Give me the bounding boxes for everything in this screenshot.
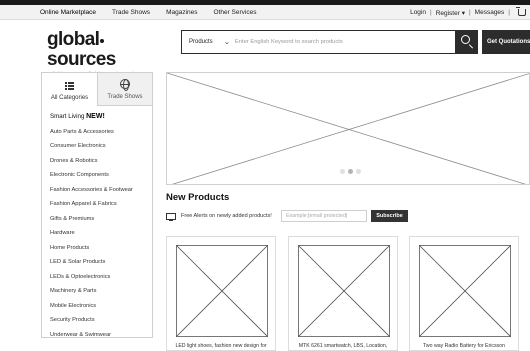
nav-trade-shows[interactable]: Trade Shows <box>112 9 150 16</box>
sidebar-item-gifts-premiums[interactable]: Gifts & Premiums <box>42 212 152 227</box>
register-link[interactable]: Register ▾ <box>436 9 465 17</box>
separator: | <box>468 9 471 16</box>
sidebar-item-smart-living[interactable]: Smart Living NEW! <box>42 110 152 125</box>
category-sidebar: All Categories Trade Shows Smart Living … <box>41 72 153 338</box>
get-quotations-button[interactable]: Get Quotations <box>482 30 530 54</box>
nav-magazines[interactable]: Magazines <box>166 9 197 16</box>
image-placeholder-icon <box>298 245 390 337</box>
sidebar-item-electronic-components[interactable]: Electronic Components <box>42 168 152 183</box>
tab-trade-shows[interactable]: Trade Shows <box>97 73 152 106</box>
tab-label: All Categories <box>50 95 89 101</box>
subscribe-button[interactable]: Subscribe <box>371 210 408 222</box>
tab-all-categories[interactable]: All Categories <box>42 73 97 106</box>
category-list: Smart Living NEW! Auto Parts & Accessori… <box>42 106 152 342</box>
globe-icon <box>120 79 130 91</box>
chevron-down-icon[interactable]: ⌄ <box>223 38 230 46</box>
top-nav-links: Online Marketplace Trade Shows Magazines… <box>40 5 273 20</box>
grid-list-icon <box>65 81 75 90</box>
carousel-dots <box>340 169 364 174</box>
sidebar-item-consumer-electronics[interactable]: Consumer Electronics <box>42 139 152 154</box>
logo-wordmark: globalsources <box>47 30 162 70</box>
product-caption[interactable]: LED light shoes, fashion new design for <box>167 343 275 349</box>
sidebar-item-fashion-apparel[interactable]: Fashion Apparel & Fabrics <box>42 197 152 212</box>
sidebar-item-underwear-swimwear[interactable]: Underwear & Swimwear <box>42 328 152 343</box>
new-badge: NEW! <box>86 113 105 120</box>
separator: | <box>508 9 510 16</box>
search-icon-handle <box>468 44 474 49</box>
product-card[interactable]: MTK 6261 smartwatch, LBS, Location, <box>288 236 398 351</box>
logo-word-sources: sources <box>47 49 116 70</box>
sidebar-item-security-products[interactable]: Security Products <box>42 313 152 328</box>
sidebar-item-mobile-electronics[interactable]: Mobile Electronics <box>42 299 152 314</box>
tab-label: Trade Shows <box>107 94 143 100</box>
logo-dot <box>100 39 105 43</box>
carousel-dot[interactable] <box>356 169 361 174</box>
sidebar-tabs: All Categories Trade Shows <box>42 73 152 106</box>
search-button[interactable] <box>455 30 478 54</box>
search-icon <box>461 35 470 44</box>
sidebar-item-machinery-parts[interactable]: Machinery & Parts <box>42 284 152 299</box>
alerts-row: Free Alerts on newly added products! <box>166 210 272 222</box>
sidebar-item-label: Smart Living <box>50 113 85 120</box>
sidebar-item-leds-optoelectronics[interactable]: LEDs & Optoelectronics <box>42 270 152 285</box>
sidebar-item-drones-robotics[interactable]: Drones & Robotics <box>42 154 152 169</box>
sidebar-item-fashion-accessories[interactable]: Fashion Accessories & Footwear <box>42 183 152 198</box>
logo-word-global: global <box>47 29 100 50</box>
global-sources-logo[interactable]: globalsources Reliable exporters. find t… <box>47 30 162 77</box>
top-nav: Online Marketplace Trade Shows Magazines… <box>0 5 530 20</box>
product-card[interactable]: Two way Radio Battery for Ericsson <box>409 236 519 351</box>
sidebar-item-hardware[interactable]: Hardware <box>42 226 152 241</box>
carousel-dot[interactable] <box>340 169 345 174</box>
messages-link[interactable]: Messages <box>475 9 505 16</box>
product-card[interactable]: LED light shoes, fashion new design for <box>166 236 276 351</box>
email-field[interactable]: Example:[email protected] <box>281 210 367 222</box>
product-caption[interactable]: MTK 6261 smartwatch, LBS, Location, <box>289 343 397 349</box>
product-caption[interactable]: Two way Radio Battery for Ericsson <box>410 343 518 349</box>
image-placeholder-icon <box>176 245 268 337</box>
new-products-title: New Products <box>166 192 230 203</box>
sidebar-item-home-products[interactable]: Home Products <box>42 241 152 256</box>
separator: | <box>429 9 432 16</box>
image-placeholder-icon <box>419 245 511 337</box>
nav-online-marketplace[interactable]: Online Marketplace <box>40 9 96 16</box>
search-input[interactable]: Enter English Keyword to search products <box>235 39 476 45</box>
login-link[interactable]: Login <box>410 9 426 16</box>
alerts-text: Free Alerts on newly added products! <box>181 213 272 219</box>
account-links: Login | Register ▾ | Messages | <box>410 5 526 20</box>
search-category-select[interactable]: Products <box>182 39 222 45</box>
sidebar-item-auto-parts[interactable]: Auto Parts & Accessories <box>42 125 152 140</box>
sidebar-item-led-solar[interactable]: LED & Solar Products <box>42 255 152 270</box>
search-bar: Products ⌄ Enter English Keyword to sear… <box>181 30 477 54</box>
carousel-dot-active[interactable] <box>348 169 353 174</box>
monitor-icon <box>166 212 176 221</box>
cart-icon[interactable] <box>516 7 526 16</box>
nav-other-services[interactable]: Other Services <box>214 9 257 16</box>
